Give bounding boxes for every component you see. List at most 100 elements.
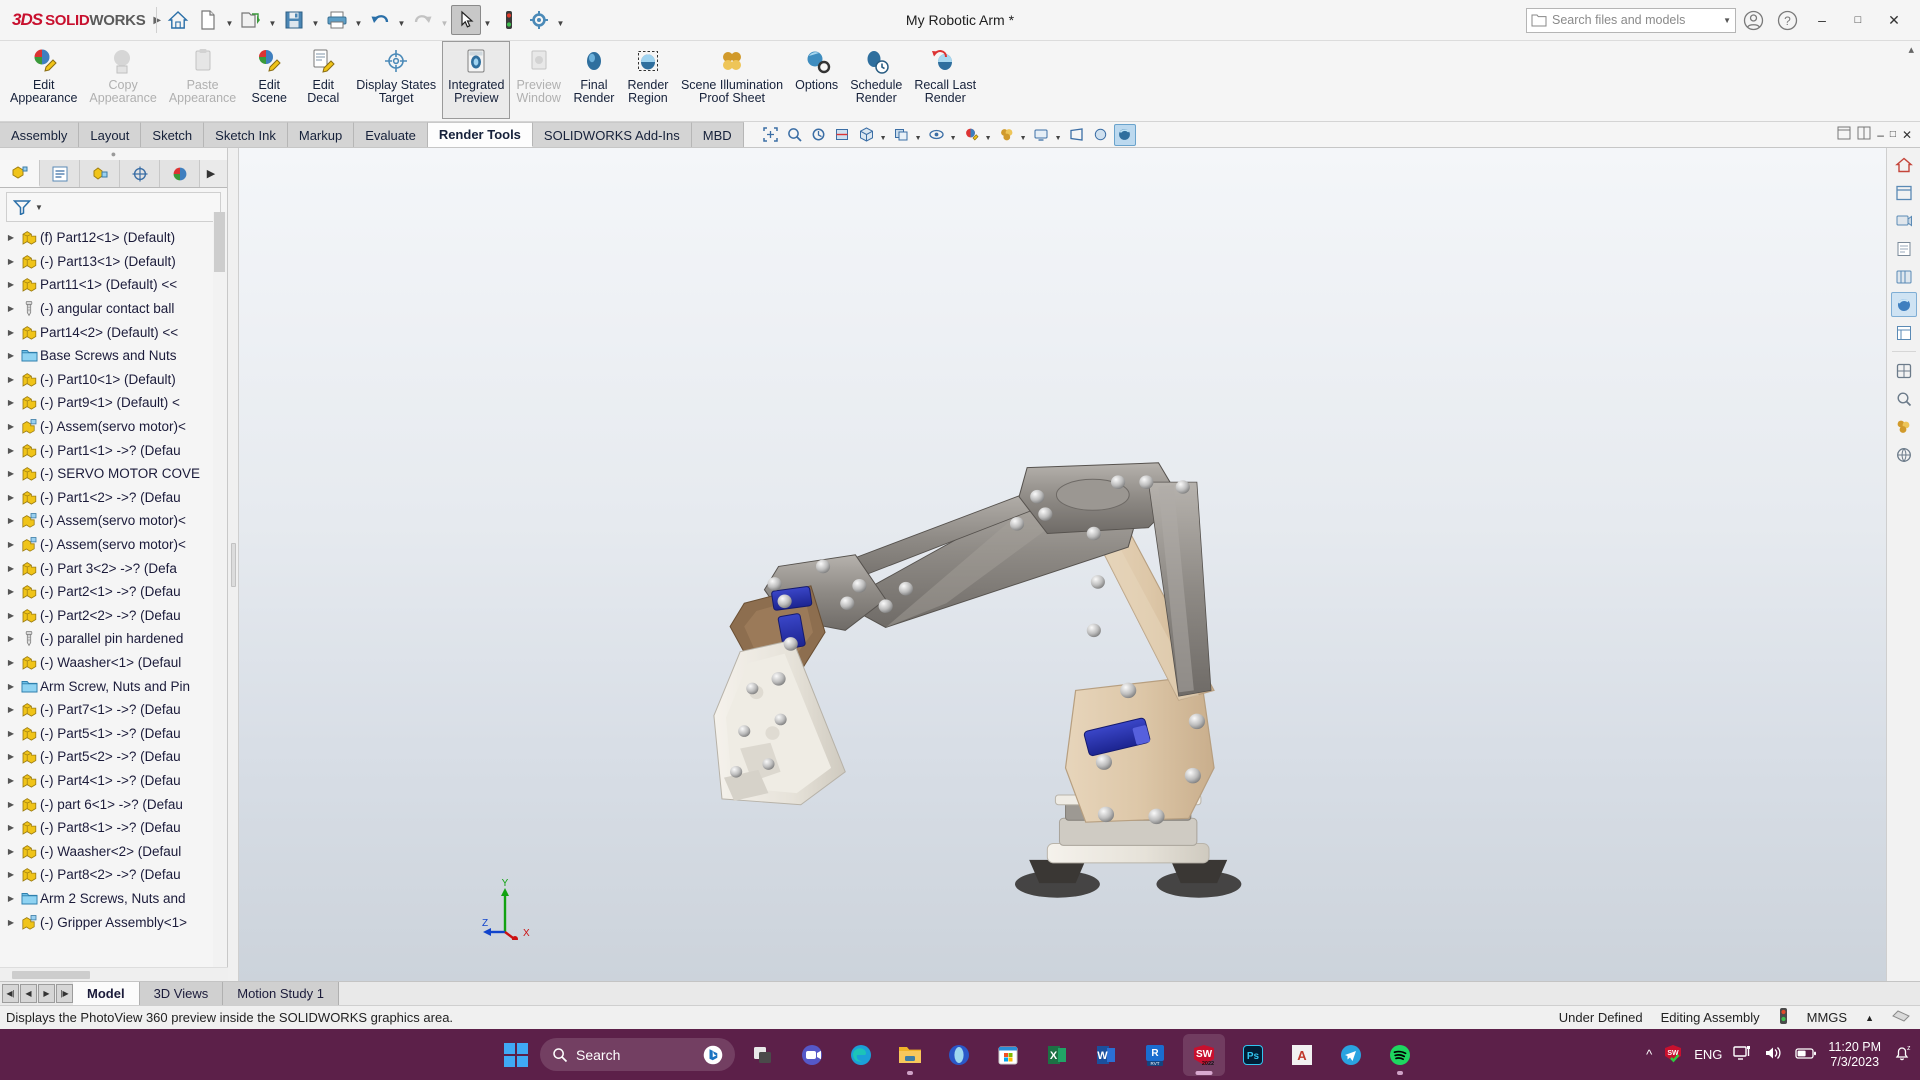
rebuild-icon[interactable] <box>494 5 524 35</box>
tree-expand-chevron-icon[interactable]: ▶ <box>4 847 18 856</box>
options-dropdown-caret[interactable]: ▼ <box>554 5 567 35</box>
display-pane-icon[interactable] <box>1891 180 1917 205</box>
scenes-lights-cameras-icon[interactable] <box>1891 208 1917 233</box>
autocad-icon[interactable]: A <box>1281 1034 1323 1076</box>
perspective-icon[interactable] <box>1066 124 1088 146</box>
opera-gx-icon[interactable] <box>938 1034 980 1076</box>
tree-expand-chevron-icon[interactable]: ▶ <box>4 705 18 714</box>
tree-item[interactable]: ▶ (-) Assem(servo motor)< <box>0 509 227 533</box>
appearance-caret[interactable]: ▼ <box>985 124 994 146</box>
more-tabs-chevron-icon[interactable]: ▶ <box>200 160 222 187</box>
zoom-to-fit-icon[interactable] <box>760 124 782 146</box>
new-document-icon[interactable] <box>193 5 223 35</box>
search-input[interactable]: Search files and models ▼ <box>1526 7 1736 33</box>
tab-layout[interactable]: Layout <box>79 122 142 147</box>
edge-browser-icon[interactable] <box>840 1034 882 1076</box>
tree-expand-chevron-icon[interactable]: ▶ <box>4 375 18 384</box>
scene-caret[interactable]: ▼ <box>1020 124 1029 146</box>
view-palette-icon[interactable] <box>1891 358 1917 383</box>
tab-markup[interactable]: Markup <box>287 122 355 147</box>
solidworks-2022-icon[interactable]: SW 2022 <box>1183 1033 1225 1076</box>
tree-item[interactable]: ▶ (-) Part1<1> ->? (Defau <box>0 438 227 462</box>
tree-item[interactable]: ▶ (-) Assem(servo motor)< <box>0 415 227 439</box>
language-indicator[interactable]: ENG <box>1694 1047 1722 1062</box>
tree-item[interactable]: ▶ (-) angular contact ball <box>0 297 227 321</box>
scrollbar-thumb[interactable] <box>214 212 225 272</box>
tree-item[interactable]: ▶ (-) Part2<2> ->? (Defau <box>0 604 227 628</box>
scrollbar-thumb[interactable] <box>12 971 90 979</box>
tree-expand-chevron-icon[interactable]: ▶ <box>4 587 18 596</box>
tree-item[interactable]: ▶ (-) Assem(servo motor)< <box>0 533 227 557</box>
edit-appearance-small-icon[interactable] <box>961 124 983 146</box>
feature-tree[interactable]: ▶ (f) Part12<1> (Default) ▶ (-) Part13<1> (… <box>0 224 227 981</box>
tree-item[interactable]: ▶ (-) Part1<2> ->? (Defau <box>0 486 227 510</box>
display-manager-tab[interactable] <box>160 160 200 187</box>
tree-item[interactable]: ▶ (-) Part13<1> (Default) <box>0 250 227 274</box>
bottom-tab-model[interactable]: Model <box>73 982 140 1005</box>
view-orientation-icon[interactable] <box>856 124 878 146</box>
show-hidden-icons-icon[interactable]: ^ <box>1646 1047 1652 1062</box>
tree-item[interactable]: ▶ Part11<1> (Default) << <box>0 273 227 297</box>
taskbar-clock[interactable]: 11:20 PM 7/3/2023 <box>1828 1040 1881 1070</box>
word-icon[interactable]: W <box>1085 1034 1127 1076</box>
dimxpert-manager-tab[interactable] <box>120 160 160 187</box>
view-orientation-caret[interactable]: ▼ <box>880 124 889 146</box>
revit-icon[interactable]: R RVT <box>1134 1034 1176 1076</box>
search-dropdown-caret[interactable]: ▼ <box>1723 16 1731 25</box>
tree-item[interactable]: ▶ (-) Waasher<1> (Defaul <box>0 651 227 675</box>
ribbon-preview-window[interactable]: Preview Window <box>510 41 566 119</box>
panel-resize-handle[interactable] <box>228 148 239 981</box>
doc-minimize-button[interactable]: – <box>1877 128 1884 142</box>
tree-expand-chevron-icon[interactable]: ▶ <box>4 516 18 525</box>
custom-properties-icon[interactable] <box>1891 320 1917 345</box>
home-icon[interactable] <box>163 5 193 35</box>
teams-icon[interactable] <box>791 1034 833 1076</box>
select-dropdown-caret[interactable]: ▼ <box>481 5 494 35</box>
task-view-icon[interactable] <box>742 1034 784 1076</box>
tree-item[interactable]: ▶ (-) part 6<1> ->? (Defau <box>0 792 227 816</box>
decals-icon[interactable] <box>1891 236 1917 261</box>
realview-extra-icon[interactable] <box>1090 124 1112 146</box>
tree-item[interactable]: ▶ Part14<2> (Default) << <box>0 320 227 344</box>
save-icon[interactable] <box>279 5 309 35</box>
tree-expand-chevron-icon[interactable]: ▶ <box>4 257 18 266</box>
ribbon-scene-illumination-proof-sheet[interactable]: Scene Illumination Proof Sheet <box>675 41 789 119</box>
tree-expand-chevron-icon[interactable]: ▶ <box>4 800 18 809</box>
zoom-icon[interactable] <box>1891 386 1917 411</box>
hide-show-caret[interactable]: ▼ <box>950 124 959 146</box>
help-icon[interactable]: ? <box>1772 5 1802 35</box>
taskbar-search-input[interactable]: Search <box>540 1038 735 1071</box>
tree-item[interactable]: ▶ Arm 2 Screws, Nuts and <box>0 887 227 911</box>
view-home-icon[interactable] <box>1891 152 1917 177</box>
restore-layout-icon[interactable] <box>1837 126 1851 143</box>
start-button-icon[interactable] <box>499 1038 533 1072</box>
tree-item[interactable]: ▶ (-) Part10<1> (Default) <box>0 368 227 392</box>
property-manager-tab[interactable] <box>40 160 80 187</box>
bottom-tab-3d-views[interactable]: 3D Views <box>139 982 224 1005</box>
units-selector[interactable]: MMGS <box>1807 1010 1847 1025</box>
tree-expand-chevron-icon[interactable]: ▶ <box>4 493 18 502</box>
tree-item[interactable]: ▶ (-) Part5<2> ->? (Defau <box>0 745 227 769</box>
previous-tab-button[interactable]: ◀ <box>20 984 37 1003</box>
open-dropdown-caret[interactable]: ▼ <box>266 5 279 35</box>
tree-expand-chevron-icon[interactable]: ▶ <box>4 823 18 832</box>
doc-close-button[interactable]: ✕ <box>1902 128 1912 142</box>
ribbon-integrated-preview[interactable]: Integrated Preview <box>442 41 511 119</box>
tree-expand-chevron-icon[interactable]: ▶ <box>4 894 18 903</box>
menu-expand-chevron-icon[interactable]: ▶ <box>153 15 161 26</box>
network-icon[interactable] <box>1733 1044 1753 1065</box>
spotify-icon[interactable] <box>1379 1034 1421 1076</box>
tree-item[interactable]: ▶ (-) Part9<1> (Default) < <box>0 391 227 415</box>
undo-icon[interactable] <box>365 5 395 35</box>
first-tab-button[interactable]: ◀| <box>2 984 19 1003</box>
view-settings-icon[interactable] <box>1031 124 1053 146</box>
tree-item[interactable]: ▶ (-) Part8<2> ->? (Defau <box>0 863 227 887</box>
ribbon-render-region[interactable]: Render Region <box>621 41 675 119</box>
save-dropdown-caret[interactable]: ▼ <box>309 5 322 35</box>
ribbon-edit-scene[interactable]: Edit Scene <box>242 41 296 119</box>
hide-show-items-icon[interactable] <box>926 124 948 146</box>
print-icon[interactable] <box>322 5 352 35</box>
tree-item[interactable]: ▶ (-) Part 3<2> ->? (Defa <box>0 556 227 580</box>
tree-expand-chevron-icon[interactable]: ▶ <box>4 446 18 455</box>
notifications-bell-icon[interactable]: z <box>1892 1043 1912 1066</box>
